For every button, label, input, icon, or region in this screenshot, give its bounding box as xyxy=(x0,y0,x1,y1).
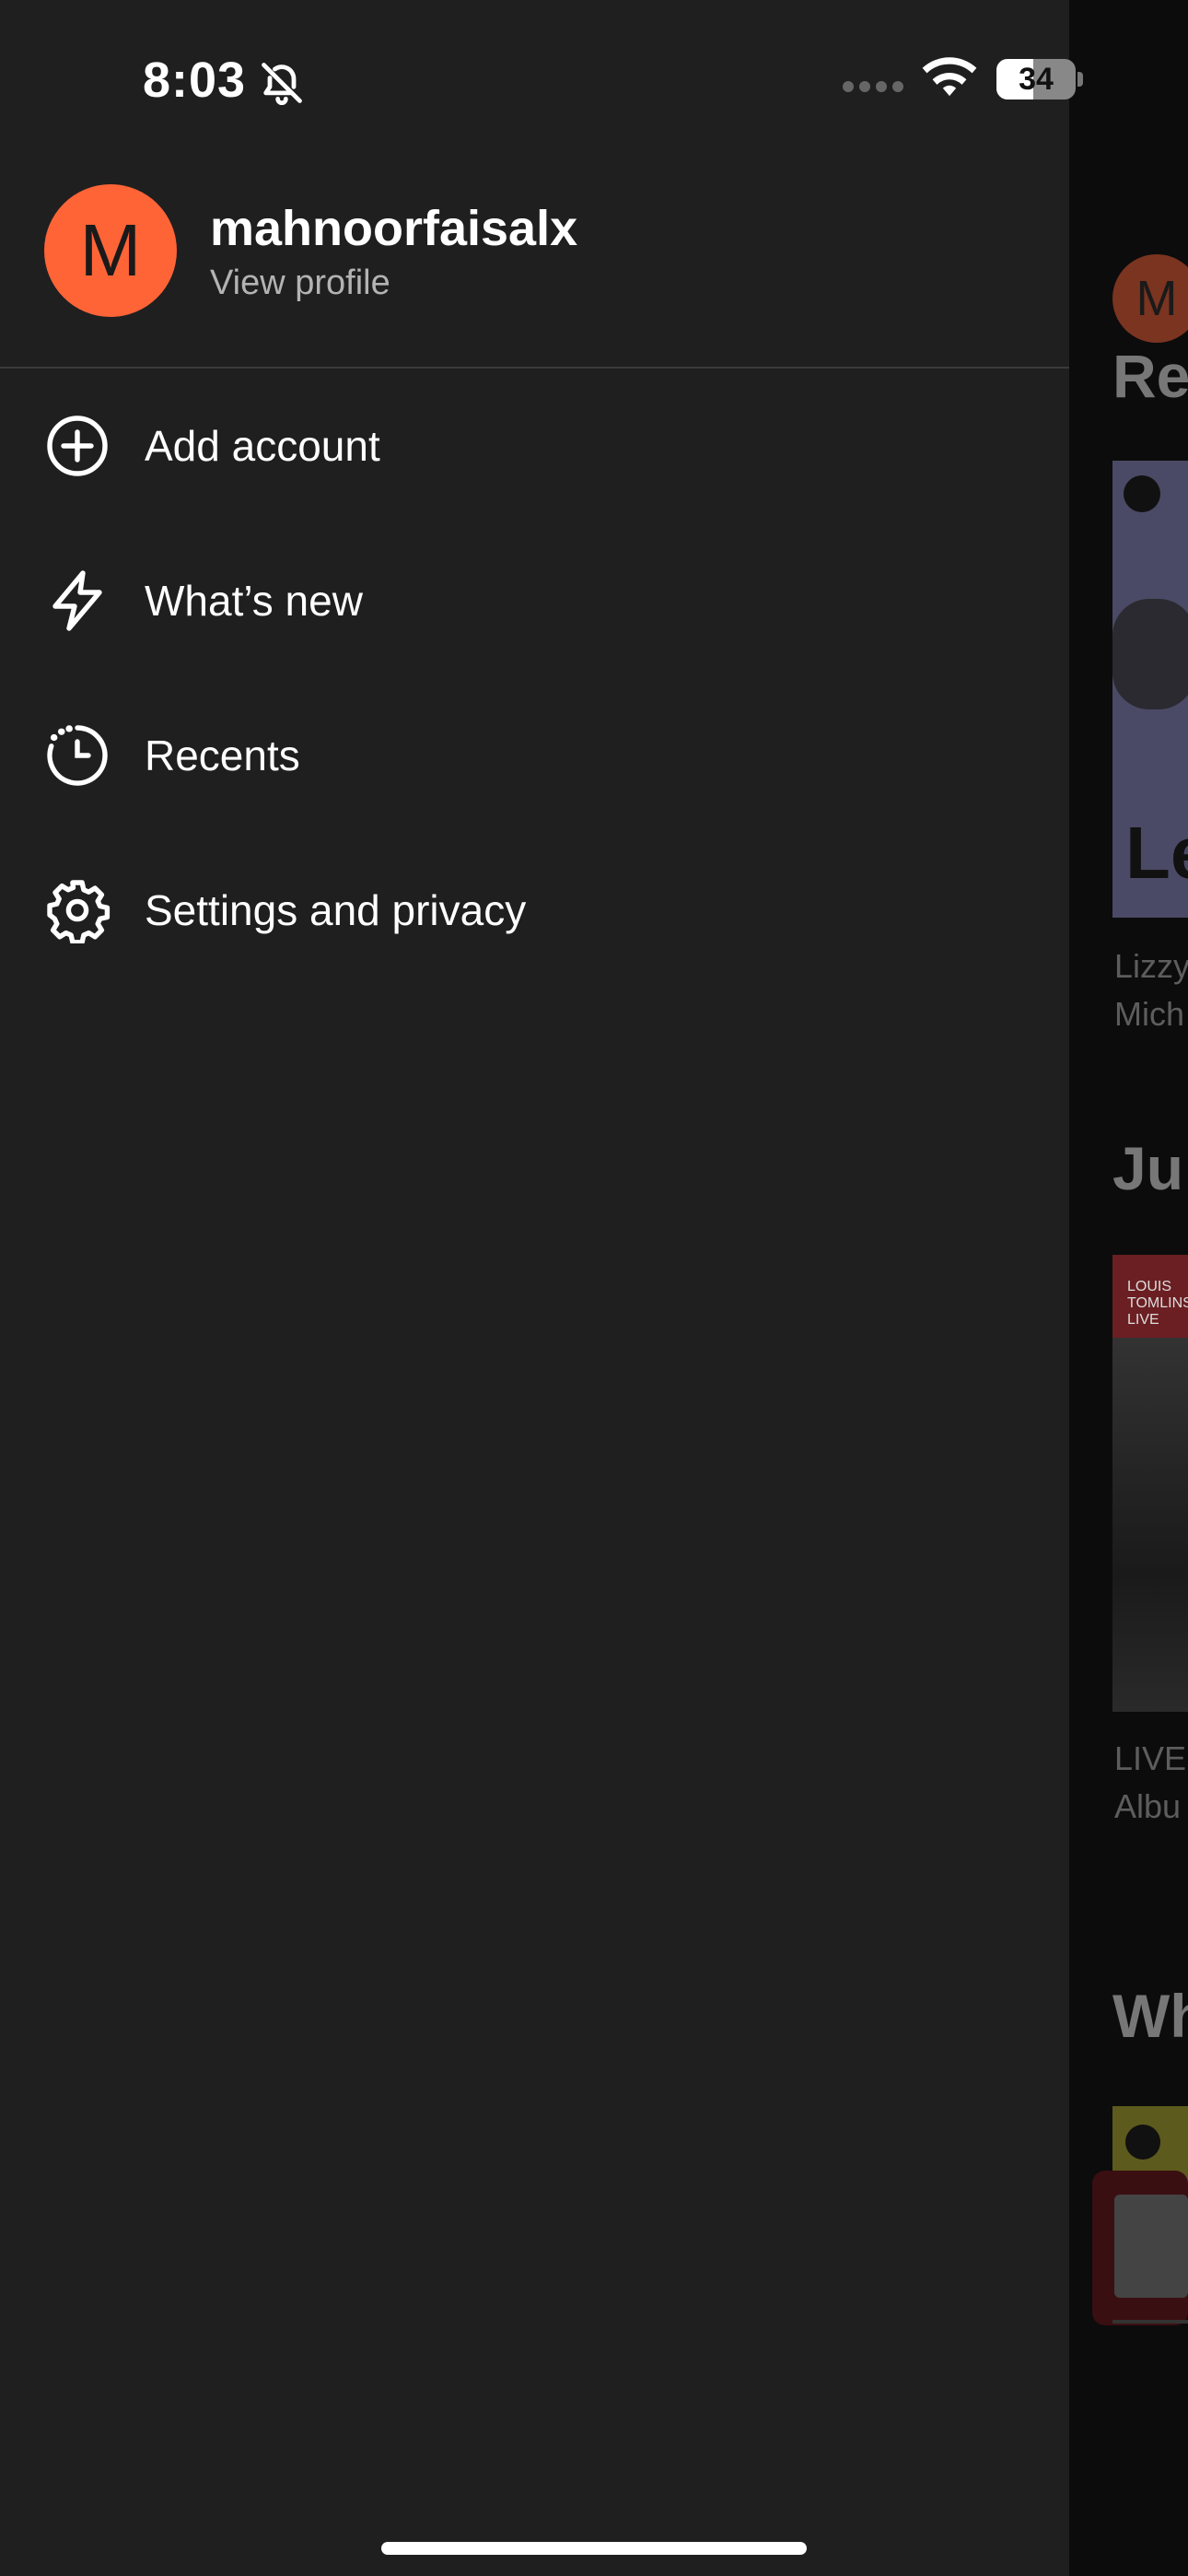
avatar[interactable]: M xyxy=(44,184,177,317)
background-mini-player[interactable] xyxy=(1092,2171,1188,2325)
background-heading-2: Ju xyxy=(1112,1134,1184,1202)
status-time: 8:03 xyxy=(143,53,247,108)
background-avatar: M xyxy=(1112,254,1188,343)
background-heading-1: Re xyxy=(1112,342,1188,410)
menu-item-label: Add account xyxy=(145,422,380,470)
spotify-logo-icon xyxy=(1124,475,1160,512)
status-bar: 8:03 xyxy=(0,48,1188,112)
background-subtitle: LIVE xyxy=(1114,1739,1187,1777)
background-subtitle: Mich xyxy=(1114,995,1185,1033)
background-cover-1: Le xyxy=(1112,461,1188,918)
menu-item-settings-and-privacy[interactable]: Settings and privacy xyxy=(0,833,1069,988)
menu-item-label: Settings and privacy xyxy=(145,886,527,934)
menu-item-add-account[interactable]: Add account xyxy=(0,369,1069,523)
background-heading-3: Wh xyxy=(1112,1982,1188,2050)
menu-item-recents[interactable]: Recents xyxy=(0,678,1069,833)
background-subtitle: Lizzy xyxy=(1114,947,1188,985)
wifi-icon xyxy=(922,57,977,97)
menu-item-whats-new[interactable]: What’s new xyxy=(0,523,1069,678)
bell-muted-icon xyxy=(262,63,302,106)
spotify-logo-icon xyxy=(1125,2125,1160,2160)
profile-header[interactable]: M mahnoorfaisalx View profile xyxy=(44,184,577,317)
background-cover-2: LOUIS TOMLINSON LIVE xyxy=(1112,1255,1188,1712)
drawer-menu: Add account What’s new Recents Settings … xyxy=(0,369,1069,988)
lightning-icon xyxy=(52,570,102,631)
recent-clock-icon xyxy=(47,725,108,786)
add-circle-icon xyxy=(47,416,108,476)
profile-name: mahnoorfaisalx xyxy=(210,200,578,256)
menu-item-label: Recents xyxy=(145,732,300,779)
menu-item-label: What’s new xyxy=(145,577,363,625)
view-profile-link[interactable]: View profile xyxy=(210,263,577,303)
cellular-signal-icon xyxy=(843,81,903,92)
home-indicator[interactable] xyxy=(381,2542,807,2555)
background-subtitle: Albu xyxy=(1114,1787,1182,1825)
gear-icon xyxy=(47,880,111,943)
side-drawer: 8:03 M mahnoorfaisalx View profile Add a… xyxy=(0,0,1069,2576)
